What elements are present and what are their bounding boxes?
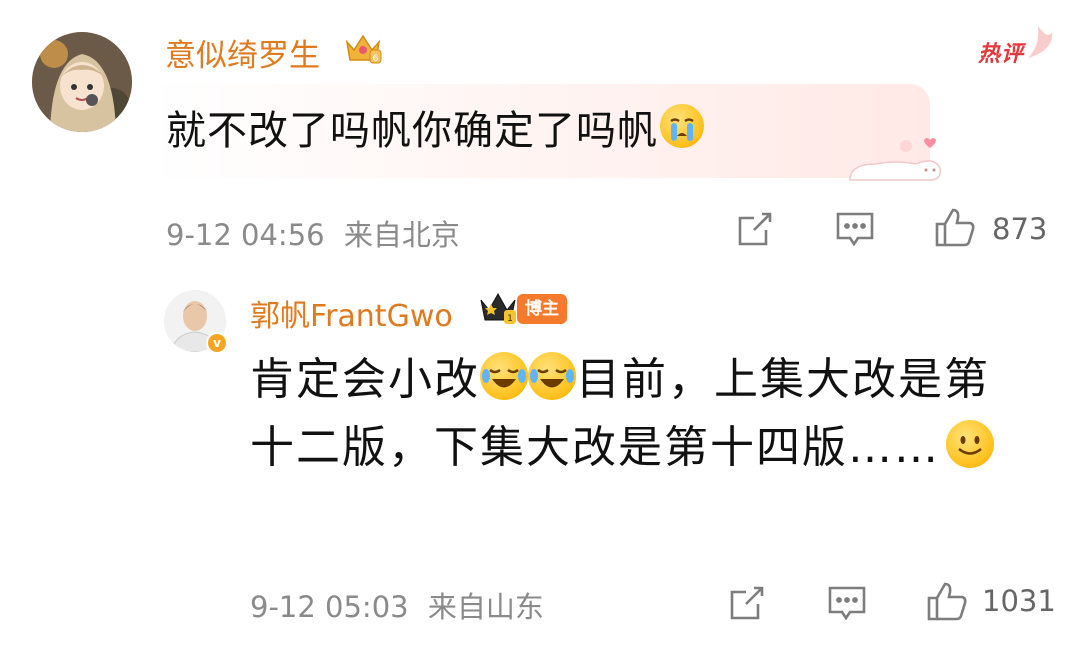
comment-time: 9-12 05:03 — [250, 590, 409, 624]
share-icon[interactable] — [728, 584, 766, 626]
laugh-cry-emoji — [480, 352, 528, 400]
smile-emoji — [946, 420, 994, 468]
reply-item: v 郭帆FrantGwo 1 博主 肯定会小改 目前，上集大改是第十二版，下集大… — [0, 0, 1080, 624]
comment-icon[interactable] — [828, 586, 866, 626]
avatar[interactable]: v — [164, 290, 228, 354]
author-badge: 博主 — [517, 294, 567, 324]
svg-text:1: 1 — [507, 314, 513, 324]
username[interactable]: 郭帆FrantGwo — [250, 291, 453, 335]
comment-meta: 9-12 05:03 来自山东 — [250, 584, 544, 626]
laugh-cry-emoji — [528, 352, 576, 400]
crown-icon: 1 — [478, 290, 518, 330]
comment-location: 来自山东 — [427, 590, 544, 624]
like-count: 1031 — [982, 584, 1056, 618]
reply-text: 肯定会小改 目前，上集大改是第十二版，下集大改是第十四版…… — [250, 346, 1010, 482]
like-icon[interactable] — [926, 580, 968, 626]
verified-badge-icon: v — [206, 332, 228, 354]
